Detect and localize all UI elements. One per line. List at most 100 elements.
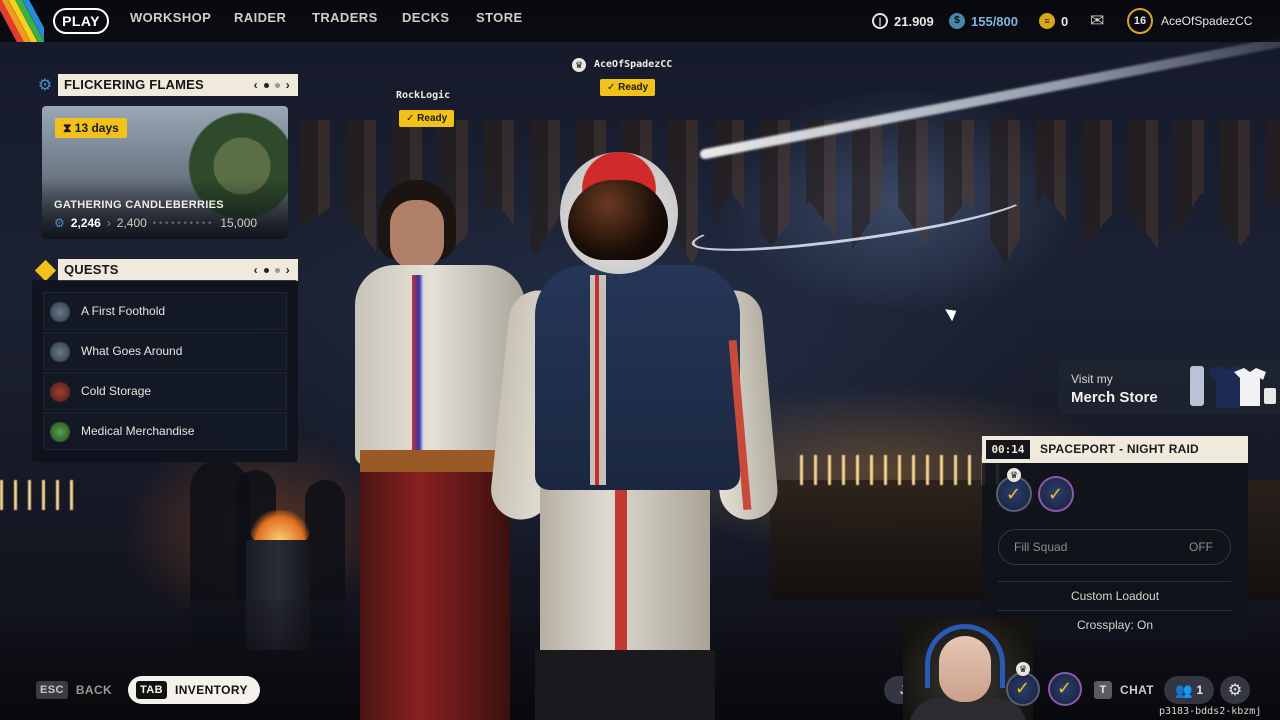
back-label: BACK [75,683,113,697]
streamer-headset [925,624,1005,688]
mail-icon: ✉ [1090,11,1105,30]
ready-badge: ✓ Ready [399,110,455,127]
check-icon: ✓ [1048,484,1064,504]
game-logo [0,0,44,42]
gear-icon: ⚙ [54,216,65,230]
merch-store-banner[interactable]: Visit my Merch Store [1059,360,1280,414]
party-count: 1 [1196,683,1204,697]
squad-member-slot[interactable]: ✓ [1038,476,1074,512]
nav-raider[interactable]: RAIDER [234,10,286,25]
inventory-label: INVENTORY [175,683,248,697]
crown-icon: ♛ [1007,468,1021,482]
level-badge: 16 [1127,8,1153,34]
nav-traders[interactable]: TRADERS [312,10,378,25]
progress-current: 2,246 [70,216,101,230]
merch-products-image [1190,366,1276,408]
quest-item[interactable]: A First Foothold [43,292,287,330]
custom-loadout-button[interactable]: Custom Loadout [982,589,1248,603]
quest-giver-avatar [50,342,70,362]
coin-icon: | [872,13,888,29]
merch-visit-text: Visit my [1071,372,1113,386]
settings-button[interactable]: ⚙ [1220,676,1250,704]
mail-button[interactable]: ✉ [1090,11,1104,31]
nav-store[interactable]: STORE [476,10,523,25]
streamer-webcam-overlay [903,618,1033,720]
top-nav-bar: PLAY WORKSHOP RAIDER TRADERS DECKS STORE… [0,0,1280,42]
check-icon: ✓ [1057,678,1073,698]
stash-capacity[interactable]: $ 155/800 [949,13,1018,29]
raid-title: SPACEPORT - NIGHT RAID [1040,442,1199,456]
ready-badge: ✓ Ready [600,79,656,96]
candles [800,455,1000,485]
tab-key-hint: TAB [136,681,167,699]
quest-list: A First Foothold What Goes Around Cold S… [32,280,298,462]
party-button[interactable]: 👥 1 [1164,676,1214,704]
raider-rocklogic-face [390,200,444,270]
quest-item[interactable]: What Goes Around [43,332,287,370]
player-name-tag: RockLogic [396,90,451,101]
ready-text: Ready [417,113,448,124]
session-id: p3183-bdds2-kbzmj [1159,706,1262,717]
nav-play[interactable]: PLAY [53,8,109,34]
coins-counter[interactable]: | 21.909 [872,13,934,29]
nav-decks[interactable]: DECKS [402,10,450,25]
quests-panel-header: QUESTS ‹ › [58,259,298,281]
quest-title: Cold Storage [81,384,152,398]
progress-next: 2,400 [116,216,147,230]
pager-next[interactable]: › [286,259,290,281]
check-icon: ✓ [1006,484,1022,504]
gear-icon: ⚙ [37,77,53,94]
quest-giver-avatar [50,422,70,442]
nav-workshop[interactable]: WORKSHOP [130,10,211,25]
raider-rocklogic-stripe [412,275,424,455]
pager-dot [274,82,280,88]
chevron-right-icon: › [106,216,111,230]
event-panel-title: FLICKERING FLAMES [64,77,204,92]
progress-max: 15,000 [220,216,258,230]
friends-icon: 👥 [1174,681,1193,698]
tokens-counter[interactable]: ≡ 0 [1039,13,1068,29]
check-icon: ✓ [1015,678,1031,698]
raider-rocklogic-pants [360,460,510,720]
fill-squad-toggle[interactable]: Fill Squad OFF [998,529,1231,565]
fill-squad-state: OFF [1189,540,1213,554]
pager-prev[interactable]: ‹ [254,74,258,96]
quest-item[interactable]: Cold Storage [43,372,287,410]
squad-avatar-bottom[interactable]: ✓ [1048,672,1082,706]
chat-label: CHAT [1120,683,1155,697]
squad-member-slot[interactable]: ♛ ✓ [996,468,1032,512]
profile-button[interactable]: 16 AceOfSpadezCC [1127,8,1252,34]
raider-astronaut-vest [535,265,740,490]
merch-title: Merch Store [1071,389,1158,406]
player-name-tag: AceOfSpadezCC [594,59,673,70]
ready-text: Ready [618,82,649,93]
hourglass-icon: ⧗ [63,121,72,135]
pager-prev[interactable]: ‹ [254,259,258,281]
event-pager: ‹ › [254,74,290,96]
inventory-button[interactable]: TAB INVENTORY [128,676,260,704]
quest-diamond-icon [34,259,56,281]
divider [998,581,1231,582]
pager-next[interactable]: › [286,74,290,96]
chat-button[interactable]: T CHAT [1094,681,1154,699]
event-name: GATHERING CANDLEBERRIES [54,199,224,211]
back-button[interactable]: ESC BACK [36,681,112,699]
stash-value: 155/800 [971,13,1018,29]
raider-rocklogic-belt [360,450,510,472]
check-icon: ✓ [607,82,616,93]
fill-squad-label: Fill Squad [1014,540,1068,554]
raider-astronaut-boots [535,650,715,720]
raid-panel: ♛ ✓ ✓ Fill Squad OFF Custom Loadout Cros… [982,463,1248,643]
raider-astronaut-visor [568,180,668,260]
quest-giver-avatar [50,302,70,322]
squad-avatar-bottom[interactable]: ♛ ✓ [1006,662,1040,706]
quest-item[interactable]: Medical Merchandise [43,412,287,450]
pager-dot [263,82,269,88]
pager-dot [274,267,280,273]
event-days-text: 13 days [74,121,119,135]
event-panel-header: FLICKERING FLAMES ‹ › [58,74,298,96]
progress-track: •••••••••• [152,218,215,228]
crown-icon: ♛ [1016,662,1030,676]
event-progress: ⚙ 2,246 › 2,400 •••••••••• 15,000 [54,216,280,230]
profile-username: AceOfSpadezCC [1161,14,1253,28]
